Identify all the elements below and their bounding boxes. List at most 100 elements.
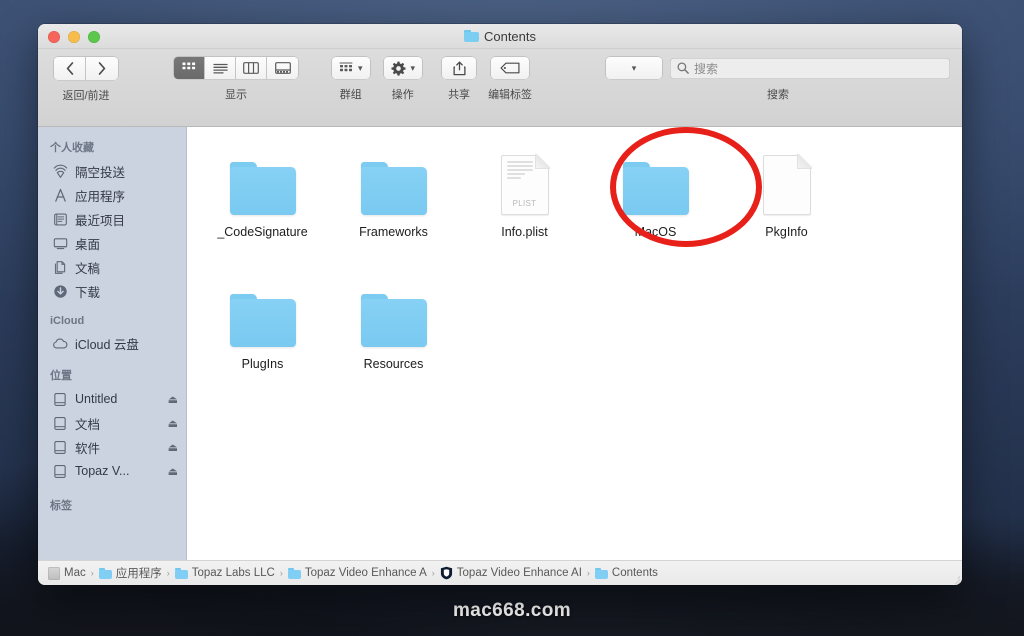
action-label: 操作 bbox=[391, 89, 414, 101]
folder-icon bbox=[229, 162, 296, 215]
sidebar-item-topaz-drive[interactable]: Topaz V... ⏏ bbox=[38, 459, 186, 483]
sidebar-item-label: 桌面 bbox=[75, 237, 101, 252]
file-item[interactable]: PkgInfo bbox=[721, 143, 852, 275]
gallery-view-button[interactable] bbox=[267, 57, 298, 79]
sidebar-item-documents[interactable]: 文稿 bbox=[38, 255, 186, 279]
finder-body: 个人收藏 隔空投送 应用程序 最近项目 桌面 文稿 下载 iCloud iClo… bbox=[38, 127, 962, 560]
sidebar-item-label: 文档 bbox=[75, 417, 101, 432]
file-name: MacOS bbox=[634, 225, 677, 239]
breadcrumb-label: Contents bbox=[611, 567, 658, 579]
breadcrumb-label: Topaz Labs LLC bbox=[191, 567, 275, 579]
watermark-text: mac668.com bbox=[452, 600, 572, 621]
icon-container bbox=[358, 281, 430, 347]
breadcrumb-label: Topaz Video Enhance A bbox=[304, 567, 427, 579]
airdrop-icon bbox=[52, 163, 68, 179]
group-by-button[interactable]: ▾ bbox=[332, 57, 370, 79]
share-icon bbox=[453, 61, 466, 75]
list-view-button[interactable] bbox=[205, 57, 236, 79]
tag-icon bbox=[500, 62, 520, 74]
breadcrumb-applications[interactable]: 应用程序 bbox=[98, 565, 162, 581]
sidebar-item-label: 隔空投送 bbox=[75, 165, 126, 180]
breadcrumb-label: 应用程序 bbox=[115, 568, 162, 580]
icon-container bbox=[227, 149, 299, 215]
forward-button[interactable] bbox=[86, 57, 118, 80]
file-grid: _CodeSignature Frameworks PLIST Info.pli… bbox=[187, 127, 962, 407]
folder-icon bbox=[287, 567, 301, 579]
folder-icon bbox=[622, 162, 689, 215]
finder-toolbar: 返回/前进 显示 ▾ 群组 ▾ 操作 共享 编辑标签 ▾ 搜索 搜索 bbox=[38, 49, 962, 127]
window-title-label: Contents bbox=[483, 28, 537, 44]
file-name: _CodeSignature bbox=[217, 225, 308, 239]
applications-icon bbox=[52, 187, 68, 203]
search-placeholder: 搜索 bbox=[694, 61, 719, 76]
sidebar-item-label: 软件 bbox=[75, 441, 101, 456]
action-group: ▾ 操作 bbox=[383, 57, 423, 102]
sidebar-item-untitled[interactable]: Untitled ⏏ bbox=[38, 387, 186, 411]
group-by-group: ▾ 群组 bbox=[332, 57, 370, 102]
file-kind-badge: PLIST bbox=[512, 199, 537, 208]
finder-window: Contents 返回/前进 显示 ▾ 群组 ▾ 操作 共享 编辑标签 ▾ 搜索… bbox=[38, 24, 962, 585]
eject-icon[interactable]: ⏏ bbox=[168, 465, 178, 478]
sidebar-section-favorites-header: 个人收藏 bbox=[50, 142, 94, 154]
file-item[interactable]: PlugIns bbox=[197, 275, 328, 407]
sidebar-item-downloads[interactable]: 下载 bbox=[38, 279, 186, 303]
breadcrumb-label: Mac bbox=[64, 567, 86, 579]
window-title: Contents bbox=[38, 29, 962, 44]
search-group: ▾ 搜索 搜索 bbox=[606, 57, 950, 102]
nav-group-label: 返回/前进 bbox=[62, 90, 110, 102]
sidebar-item-label: 下载 bbox=[75, 285, 101, 300]
eject-icon[interactable]: ⏏ bbox=[168, 393, 178, 406]
chevron-left-icon bbox=[66, 62, 73, 75]
drive-icon bbox=[52, 439, 68, 455]
file-name: Frameworks bbox=[359, 225, 428, 239]
sidebar-item-label: 应用程序 bbox=[75, 189, 126, 204]
breadcrumb-contents[interactable]: Contents bbox=[594, 567, 658, 579]
sidebar-item-recents[interactable]: 最近项目 bbox=[38, 207, 186, 231]
sidebar-section-icloud-header: iCloud bbox=[50, 315, 85, 327]
breadcrumb-topaz-video-enhance-ai-app[interactable]: Topaz Video Enhance AI bbox=[440, 566, 582, 580]
breadcrumb-topaz-video-enhance-folder[interactable]: Topaz Video Enhance A bbox=[287, 567, 427, 579]
sidebar-item-label: Untitled bbox=[75, 392, 118, 406]
chevron-right-icon: › bbox=[90, 568, 94, 578]
file-item[interactable]: _CodeSignature bbox=[197, 143, 328, 275]
edit-tags-button[interactable] bbox=[491, 57, 530, 79]
sidebar-item-desktop[interactable]: 桌面 bbox=[38, 231, 186, 255]
column-view-button[interactable] bbox=[236, 57, 267, 79]
file-item[interactable]: Frameworks bbox=[328, 143, 459, 275]
group-by-label: 群组 bbox=[339, 89, 362, 101]
eject-icon[interactable]: ⏏ bbox=[168, 417, 178, 430]
share-button[interactable] bbox=[442, 57, 477, 79]
plist-file-icon: PLIST bbox=[500, 154, 550, 215]
window-resize-handle[interactable] bbox=[949, 572, 961, 585]
sidebar-item-documents-drive[interactable]: 文档 ⏏ bbox=[38, 411, 186, 435]
drive-icon bbox=[52, 463, 68, 479]
file-item[interactable]: Resources bbox=[328, 275, 459, 407]
folder-icon bbox=[463, 30, 479, 42]
sidebar-item-applications[interactable]: 应用程序 bbox=[38, 183, 186, 207]
back-button[interactable] bbox=[54, 57, 86, 80]
close-button[interactable] bbox=[48, 31, 60, 43]
sidebar-section-tags-header: 标签 bbox=[50, 500, 72, 512]
file-grid-area[interactable]: _CodeSignature Frameworks PLIST Info.pli… bbox=[187, 127, 962, 560]
search-scope-dropdown[interactable]: ▾ bbox=[606, 57, 662, 79]
eject-icon[interactable]: ⏏ bbox=[168, 441, 178, 454]
view-group: 显示 bbox=[174, 57, 298, 102]
breadcrumb-topaz-labs[interactable]: Topaz Labs LLC bbox=[174, 567, 275, 579]
chevron-down-icon: ▾ bbox=[631, 62, 637, 73]
sidebar-item-airdrop[interactable]: 隔空投送 bbox=[38, 159, 186, 183]
icon-container bbox=[227, 281, 299, 347]
breadcrumb-mac[interactable]: Mac bbox=[48, 566, 86, 580]
nav-segmented-control bbox=[54, 57, 118, 80]
drive-icon bbox=[48, 566, 60, 580]
file-item[interactable]: PLIST Info.plist bbox=[459, 143, 590, 275]
folder-icon bbox=[98, 567, 112, 579]
cloud-icon bbox=[52, 335, 68, 351]
minimize-button[interactable] bbox=[68, 31, 80, 43]
maximize-button[interactable] bbox=[88, 31, 100, 43]
icon-view-button[interactable] bbox=[174, 57, 205, 79]
sidebar-item-software-drive[interactable]: 软件 ⏏ bbox=[38, 435, 186, 459]
action-button[interactable]: ▾ bbox=[383, 57, 423, 79]
search-input[interactable]: 搜索 bbox=[670, 57, 950, 79]
sidebar-item-icloud-drive[interactable]: iCloud 云盘 bbox=[38, 331, 186, 355]
file-item-macos[interactable]: MacOS bbox=[590, 143, 721, 275]
